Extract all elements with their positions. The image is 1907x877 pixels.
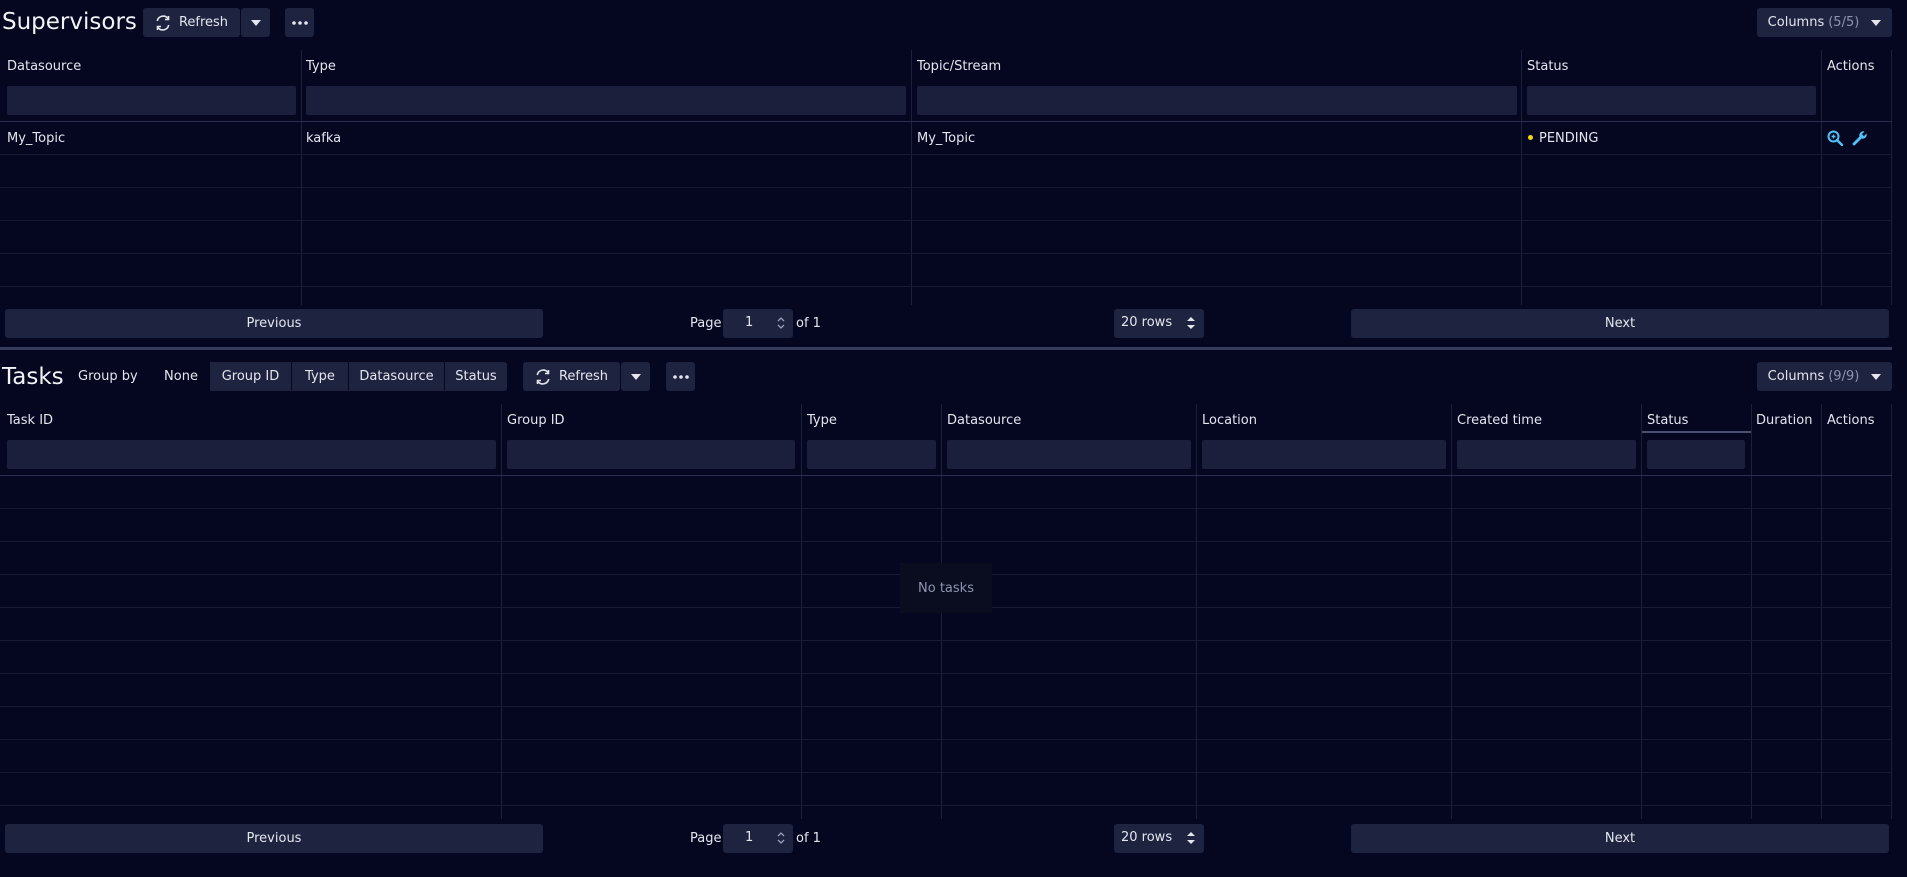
tasks-columns-button[interactable]: Columns (9/9) — [1757, 362, 1892, 391]
caret-down-icon — [250, 19, 261, 26]
group-by-status[interactable]: Status — [444, 362, 507, 391]
supervisors-refresh-button[interactable]: Refresh — [143, 8, 240, 37]
view-divider[interactable] — [0, 347, 1892, 350]
columns-count: (9/9) — [1828, 369, 1860, 384]
select-arrows-icon — [1187, 832, 1195, 844]
rows-per-page-select[interactable]: 20 rows — [1114, 824, 1204, 853]
caret-down-icon — [1871, 19, 1882, 26]
header-actions: Actions — [1827, 413, 1875, 428]
page-of-label: of 1 — [796, 316, 821, 331]
select-arrows-icon — [1187, 317, 1195, 329]
caret-down-icon — [630, 373, 641, 380]
supervisors-title: Supervisors — [2, 9, 137, 35]
status-dot-icon — [1528, 135, 1533, 140]
tasks-refresh-button[interactable]: Refresh — [523, 362, 620, 391]
filter-group-id[interactable] — [507, 440, 795, 469]
header-datasource[interactable]: Datasource — [947, 413, 1021, 428]
refresh-label: Refresh — [558, 369, 609, 384]
header-actions: Actions — [1827, 59, 1875, 74]
supervisors-refresh-dropdown[interactable] — [241, 8, 270, 37]
tasks-next-button[interactable]: Next — [1351, 824, 1889, 853]
wrench-icon[interactable] — [1852, 130, 1868, 146]
refresh-icon — [536, 368, 550, 385]
columns-count: (5/5) — [1828, 15, 1860, 30]
group-by-label: Group by — [78, 369, 138, 384]
page-number-input[interactable]: 1 — [723, 824, 793, 853]
header-location[interactable]: Location — [1202, 413, 1257, 428]
header-created-time[interactable]: Created time — [1457, 413, 1542, 428]
table-cell-status: PENDING — [1539, 131, 1599, 146]
header-status[interactable]: Status — [1647, 413, 1688, 428]
header-type[interactable]: Type — [807, 413, 837, 428]
filter-status[interactable] — [1527, 86, 1816, 115]
sort-indicator — [1642, 431, 1751, 433]
more-icon — [672, 374, 689, 379]
page-label: Page — [690, 831, 722, 846]
more-icon — [291, 20, 308, 25]
stepper-icon[interactable] — [775, 829, 787, 847]
no-tasks-message: No tasks — [900, 563, 992, 613]
header-status[interactable]: Status — [1527, 59, 1568, 74]
page-number-input[interactable]: 1 — [723, 309, 793, 338]
table-cell-type: kafka — [306, 131, 342, 146]
filter-type[interactable] — [807, 440, 936, 469]
group-by-type[interactable]: Type — [291, 362, 348, 391]
group-by-datasource[interactable]: Datasource — [348, 362, 444, 391]
rows-per-page-value: 20 rows — [1121, 315, 1173, 330]
page-number-value: 1 — [745, 315, 754, 330]
header-duration[interactable]: Duration — [1756, 413, 1812, 428]
tasks-previous-button[interactable]: Previous — [5, 824, 543, 853]
supervisors-previous-button[interactable]: Previous — [5, 309, 543, 338]
filter-topic-stream[interactable] — [917, 86, 1517, 115]
page-number-value: 1 — [745, 830, 754, 845]
filter-datasource[interactable] — [947, 440, 1191, 469]
tasks-more-button[interactable] — [666, 362, 695, 391]
supervisors-next-button[interactable]: Next — [1351, 309, 1889, 338]
search-icon[interactable] — [1827, 130, 1843, 146]
header-group-id[interactable]: Group ID — [507, 413, 565, 428]
header-datasource[interactable]: Datasource — [7, 59, 81, 74]
filter-task-id[interactable] — [7, 440, 496, 469]
rows-per-page-select[interactable]: 20 rows — [1114, 309, 1204, 338]
columns-label: Columns — [1767, 15, 1825, 30]
supervisors-columns-button[interactable]: Columns (5/5) — [1757, 8, 1892, 37]
filter-datasource[interactable] — [7, 86, 296, 115]
filter-created-time[interactable] — [1457, 440, 1636, 469]
header-type[interactable]: Type — [306, 59, 336, 74]
header-topic-stream[interactable]: Topic/Stream — [917, 59, 1001, 74]
page-of-label: of 1 — [796, 831, 821, 846]
refresh-label: Refresh — [178, 15, 229, 30]
table-cell-datasource: My_Topic — [7, 131, 66, 146]
table-cell-topic: My_Topic — [917, 131, 976, 146]
supervisors-more-button[interactable] — [285, 8, 314, 37]
rows-per-page-value: 20 rows — [1121, 830, 1173, 845]
header-task-id[interactable]: Task ID — [7, 413, 53, 428]
tasks-title: Tasks — [2, 364, 64, 390]
refresh-icon — [156, 14, 170, 31]
stepper-icon[interactable] — [775, 314, 787, 332]
filter-location[interactable] — [1202, 440, 1446, 469]
filter-status[interactable] — [1647, 440, 1745, 469]
caret-down-icon — [1871, 373, 1882, 380]
group-by-group-id[interactable]: Group ID — [210, 362, 291, 391]
filter-type[interactable] — [306, 86, 906, 115]
tasks-refresh-dropdown[interactable] — [621, 362, 650, 391]
page-label: Page — [690, 316, 722, 331]
columns-label: Columns — [1767, 369, 1825, 384]
group-by-none[interactable]: None — [152, 362, 210, 391]
